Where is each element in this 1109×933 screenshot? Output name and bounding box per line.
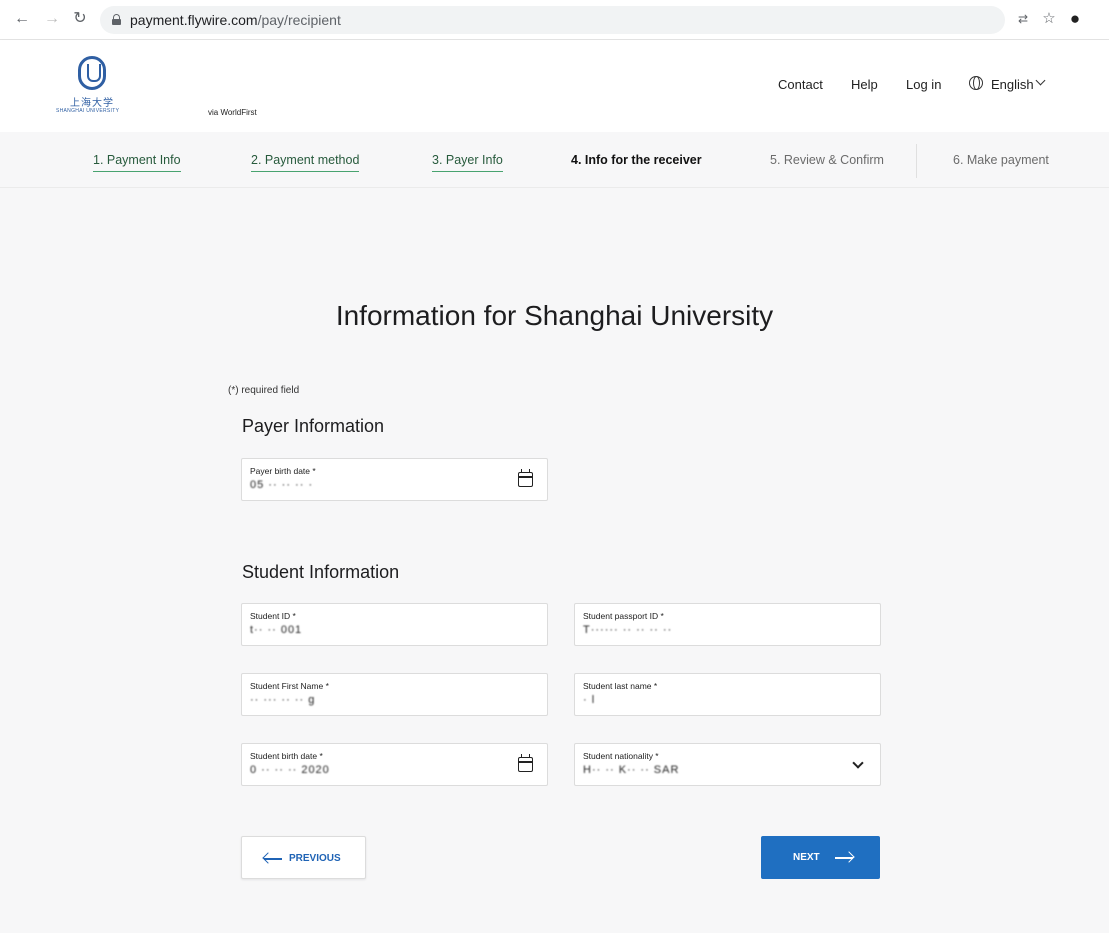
via-text: via WorldFirst: [208, 108, 257, 117]
payer-birth-date-label: Payer birth date *: [250, 466, 316, 476]
student-passport-id-value: T······ ·· ·· ·· ··: [583, 624, 673, 636]
student-nationality-label: Student nationality *: [583, 751, 659, 761]
payer-birth-date-field[interactable]: Payer birth date * 05 ·· ·· ·· ·: [241, 458, 548, 501]
student-passport-id-label: Student passport ID *: [583, 611, 664, 621]
student-last-name-label: Student last name *: [583, 681, 658, 691]
login-link[interactable]: Log in: [906, 77, 941, 92]
step-payer-info[interactable]: 3. Payer Info: [432, 153, 503, 172]
student-id-field[interactable]: Student ID * t·· ·· 001: [241, 603, 548, 646]
student-id-label: Student ID *: [250, 611, 296, 621]
chevron-down-icon[interactable]: [852, 757, 864, 769]
reload-icon[interactable]: ↻: [70, 9, 90, 29]
student-first-name-field[interactable]: Student First Name * ·· ··· ·· ·· g: [241, 673, 548, 716]
next-button-label: NEXT: [793, 852, 820, 863]
help-link[interactable]: Help: [851, 77, 878, 92]
contact-link[interactable]: Contact: [778, 77, 823, 92]
required-field-note: (*) required field: [228, 385, 300, 396]
step-divider: [916, 144, 917, 178]
forward-arrow-icon[interactable]: →: [42, 9, 62, 29]
payer-information-heading: Payer Information: [242, 416, 385, 436]
payer-birth-date-value: 05 ·· ·· ·· ·: [250, 479, 314, 491]
student-information-heading: Student Information: [242, 562, 400, 582]
lock-icon: [112, 14, 121, 25]
step-payment-method[interactable]: 2. Payment method: [251, 153, 360, 172]
back-arrow-icon[interactable]: ←: [12, 9, 32, 29]
student-birth-date-label: Student birth date *: [250, 751, 323, 761]
globe-icon[interactable]: [969, 76, 983, 90]
student-id-value: t·· ·· 001: [250, 624, 303, 636]
student-last-name-value: · l: [583, 694, 596, 706]
chevron-down-icon[interactable]: [1035, 75, 1046, 86]
step-make-payment: 6. Make payment: [953, 153, 1049, 167]
calendar-icon[interactable]: [518, 469, 533, 487]
step-info-for-receiver: 4. Info for the receiver: [571, 153, 702, 167]
logo-text-cn: 上海大学: [70, 98, 114, 109]
student-birth-date-value: 0 ·· ·· ·· 2020: [250, 764, 330, 776]
calendar-icon[interactable]: [518, 754, 533, 772]
arrow-right-icon: [835, 857, 853, 859]
page-title: Information for Shanghai University: [335, 300, 774, 331]
account-icon[interactable]: ●: [1066, 10, 1084, 28]
student-last-name-field[interactable]: Student last name * · l: [574, 673, 881, 716]
translate-icon[interactable]: ⇄: [1014, 10, 1032, 28]
browser-toolbar: ← → ↻ payment.flywire.com/pay/recipient …: [0, 0, 1109, 40]
language-selector[interactable]: English: [991, 77, 1034, 92]
arrow-left-icon: [264, 858, 282, 860]
student-birth-date-field[interactable]: Student birth date * 0 ·· ·· ·· 2020: [241, 743, 548, 786]
student-nationality-select[interactable]: Student nationality * H·· ·· K·· ·· SAR: [574, 743, 881, 786]
previous-button-label: PREVIOUS: [289, 853, 341, 864]
progress-steps: 1. Payment Info 2. Payment method 3. Pay…: [0, 132, 1109, 188]
step-payment-info[interactable]: 1. Payment Info: [93, 153, 181, 172]
student-passport-id-field[interactable]: Student passport ID * T······ ·· ·· ·· ·…: [574, 603, 881, 646]
previous-button[interactable]: PREVIOUS: [241, 836, 366, 879]
student-nationality-value: H·· ·· K·· ·· SAR: [583, 764, 680, 776]
university-emblem-icon: [78, 56, 106, 90]
step-review-confirm: 5. Review & Confirm: [770, 153, 884, 167]
star-icon[interactable]: ☆: [1040, 10, 1058, 28]
site-header: 上海大学 SHANGHAI UNIVERSITY via WorldFirst …: [0, 40, 1109, 132]
university-logo[interactable]: 上海大学 SHANGHAI UNIVERSITY: [52, 56, 132, 118]
url-text: payment.flywire.com/pay/recipient: [130, 12, 341, 28]
student-first-name-label: Student First Name *: [250, 681, 329, 691]
next-button[interactable]: NEXT: [761, 836, 880, 879]
address-bar[interactable]: payment.flywire.com/pay/recipient: [100, 6, 1005, 34]
logo-text-en: SHANGHAI UNIVERSITY: [56, 108, 120, 114]
student-first-name-value: ·· ··· ·· ·· g: [250, 694, 316, 706]
